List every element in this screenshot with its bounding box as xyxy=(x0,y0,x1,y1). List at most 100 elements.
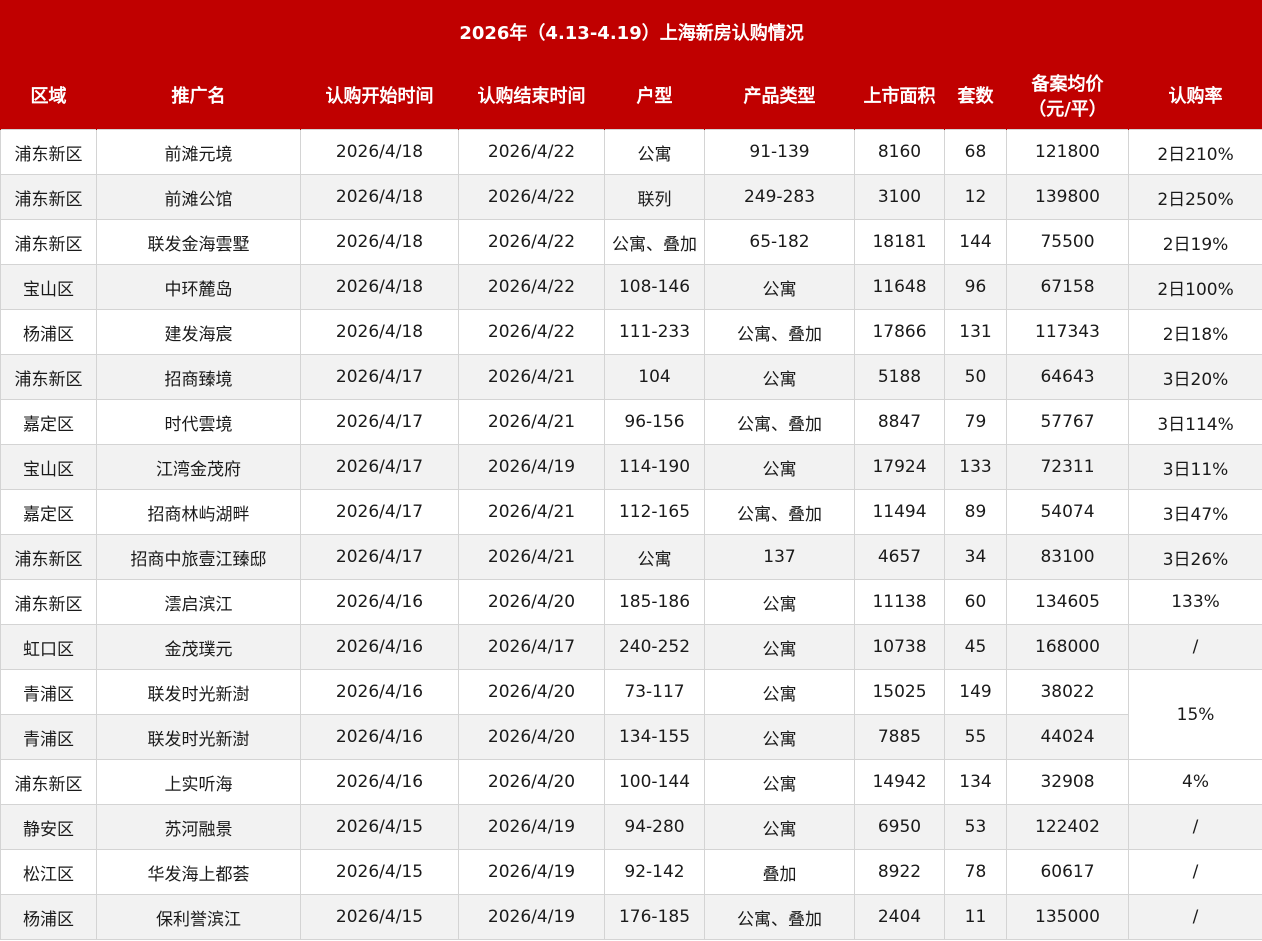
cell-listed-area: 11138 xyxy=(854,579,945,625)
cell-end-date: 2026/4/19 xyxy=(458,804,605,850)
cell-start-date: 2026/4/17 xyxy=(300,354,459,400)
header-district: 区域 xyxy=(0,63,97,130)
cell-unit-count: 11 xyxy=(944,894,1007,940)
cell-start-date: 2026/4/15 xyxy=(300,804,459,850)
cell-unit-type: 111-233 xyxy=(604,309,705,355)
table-row: 虹口区 金茂璞元 2026/4/16 2026/4/17 240-252 公寓 10738 4… xyxy=(0,624,1262,670)
cell-start-date: 2026/4/16 xyxy=(300,669,459,715)
cell-subscription-rate: 133% xyxy=(1127,579,1262,625)
cell-avg-price: 168000 xyxy=(1006,624,1129,670)
cell-project-name: 华发海上都荟 xyxy=(96,849,301,895)
cell-unit-type: 240-252 xyxy=(604,624,705,670)
header-label: 上市面积 xyxy=(863,86,936,107)
cell-unit-count: 45 xyxy=(944,624,1007,670)
cell-unit-count: 50 xyxy=(944,354,1007,400)
header-label: 认购开始时间 xyxy=(325,86,434,107)
cell-project-name: 建发海宸 xyxy=(96,309,301,355)
cell-subscription-rate: 2日19% xyxy=(1127,219,1262,265)
cell-unit-type: 108-146 xyxy=(604,264,705,310)
cell-unit-type: 114-190 xyxy=(604,444,705,490)
cell-listed-area: 8160 xyxy=(854,129,945,175)
cell-project-name: 澐启滨江 xyxy=(96,579,301,625)
subscription-table-sheet: 2026年（4.13-4.19）上海新房认购情况 区域 推广名 认购开始时间 认购结束… xyxy=(0,0,1262,941)
cell-avg-price: 54074 xyxy=(1006,489,1129,535)
cell-avg-price: 139800 xyxy=(1006,174,1129,220)
header-project-name: 推广名 xyxy=(96,63,301,130)
cell-listed-area: 11494 xyxy=(854,489,945,535)
table-row: 宝山区 中环麓岛 2026/4/18 2026/4/22 108-146 公寓 11648 9… xyxy=(0,264,1262,310)
cell-unit-type: 94-280 xyxy=(604,804,705,850)
cell-subscription-rate: 15% xyxy=(1127,669,1262,760)
cell-end-date: 2026/4/20 xyxy=(458,579,605,625)
cell-unit-count: 53 xyxy=(944,804,1007,850)
cell-avg-price: 38022 xyxy=(1006,669,1129,715)
table-row: 浦东新区 联发金海雲墅 2026/4/18 2026/4/22 公寓、叠加 65-182 1… xyxy=(0,219,1262,265)
table-row: 杨浦区 建发海宸 2026/4/18 2026/4/22 111-233 公寓、叠加 178… xyxy=(0,309,1262,355)
cell-unit-count: 78 xyxy=(944,849,1007,895)
header-label: 户型 xyxy=(636,86,673,107)
cell-listed-area: 15025 xyxy=(854,669,945,715)
cell-product-type: 249-283 xyxy=(704,174,855,220)
cell-unit-type: 96-156 xyxy=(604,399,705,445)
cell-avg-price: 117343 xyxy=(1006,309,1129,355)
cell-district: 嘉定区 xyxy=(0,489,97,535)
cell-unit-type: 公寓、叠加 xyxy=(604,219,705,265)
cell-listed-area: 18181 xyxy=(854,219,945,265)
cell-end-date: 2026/4/20 xyxy=(458,669,605,715)
cell-listed-area: 7885 xyxy=(854,714,945,760)
cell-district: 宝山区 xyxy=(0,444,97,490)
cell-avg-price: 122402 xyxy=(1006,804,1129,850)
cell-project-name: 上实听海 xyxy=(96,759,301,805)
cell-product-type: 91-139 xyxy=(704,129,855,175)
cell-project-name: 联发金海雲墅 xyxy=(96,219,301,265)
cell-district: 嘉定区 xyxy=(0,399,97,445)
cell-unit-type: 185-186 xyxy=(604,579,705,625)
cell-unit-count: 55 xyxy=(944,714,1007,760)
cell-end-date: 2026/4/19 xyxy=(458,894,605,940)
cell-listed-area: 10738 xyxy=(854,624,945,670)
table-title: 2026年（4.13-4.19）上海新房认购情况 xyxy=(0,0,1262,64)
cell-avg-price: 83100 xyxy=(1006,534,1129,580)
cell-listed-area: 14942 xyxy=(854,759,945,805)
cell-district: 松江区 xyxy=(0,849,97,895)
cell-district: 杨浦区 xyxy=(0,309,97,355)
cell-subscription-rate: 2日250% xyxy=(1127,174,1262,220)
cell-end-date: 2026/4/22 xyxy=(458,264,605,310)
cell-listed-area: 8922 xyxy=(854,849,945,895)
cell-start-date: 2026/4/18 xyxy=(300,264,459,310)
cell-start-date: 2026/4/15 xyxy=(300,849,459,895)
cell-start-date: 2026/4/18 xyxy=(300,129,459,175)
cell-district: 浦东新区 xyxy=(0,354,97,400)
cell-subscription-rate: / xyxy=(1127,804,1262,850)
cell-end-date: 2026/4/20 xyxy=(458,759,605,805)
cell-unit-type: 公寓 xyxy=(604,129,705,175)
cell-subscription-rate: 2日100% xyxy=(1127,264,1262,310)
cell-unit-type: 73-117 xyxy=(604,669,705,715)
header-label: 认购率 xyxy=(1168,86,1223,107)
header-label: 套数 xyxy=(957,86,994,107)
cell-product-type: 公寓 xyxy=(704,579,855,625)
cell-subscription-rate: 3日26% xyxy=(1127,534,1262,580)
table-row: 宝山区 江湾金茂府 2026/4/17 2026/4/19 114-190 公寓 17924… xyxy=(0,444,1262,490)
header-label: 认购结束时间 xyxy=(477,86,586,107)
cell-district: 浦东新区 xyxy=(0,534,97,580)
cell-unit-type: 100-144 xyxy=(604,759,705,805)
cell-listed-area: 8847 xyxy=(854,399,945,445)
cell-listed-area: 5188 xyxy=(854,354,945,400)
cell-unit-count: 60 xyxy=(944,579,1007,625)
cell-end-date: 2026/4/22 xyxy=(458,129,605,175)
table-row: 松江区 华发海上都荟 2026/4/15 2026/4/19 92-142 叠加 8922 7… xyxy=(0,849,1262,895)
cell-district: 浦东新区 xyxy=(0,129,97,175)
table-row: 浦东新区 澐启滨江 2026/4/16 2026/4/20 185-186 公寓 11138… xyxy=(0,579,1262,625)
cell-project-name: 时代雲境 xyxy=(96,399,301,445)
cell-product-type: 公寓、叠加 xyxy=(704,309,855,355)
cell-district: 浦东新区 xyxy=(0,579,97,625)
cell-product-type: 公寓、叠加 xyxy=(704,894,855,940)
cell-subscription-rate: 2日18% xyxy=(1127,309,1262,355)
cell-listed-area: 2404 xyxy=(854,894,945,940)
cell-unit-type: 联列 xyxy=(604,174,705,220)
header-product-type: 产品类型 xyxy=(704,63,855,130)
cell-project-name: 江湾金茂府 xyxy=(96,444,301,490)
cell-project-name: 前滩公馆 xyxy=(96,174,301,220)
cell-start-date: 2026/4/18 xyxy=(300,219,459,265)
